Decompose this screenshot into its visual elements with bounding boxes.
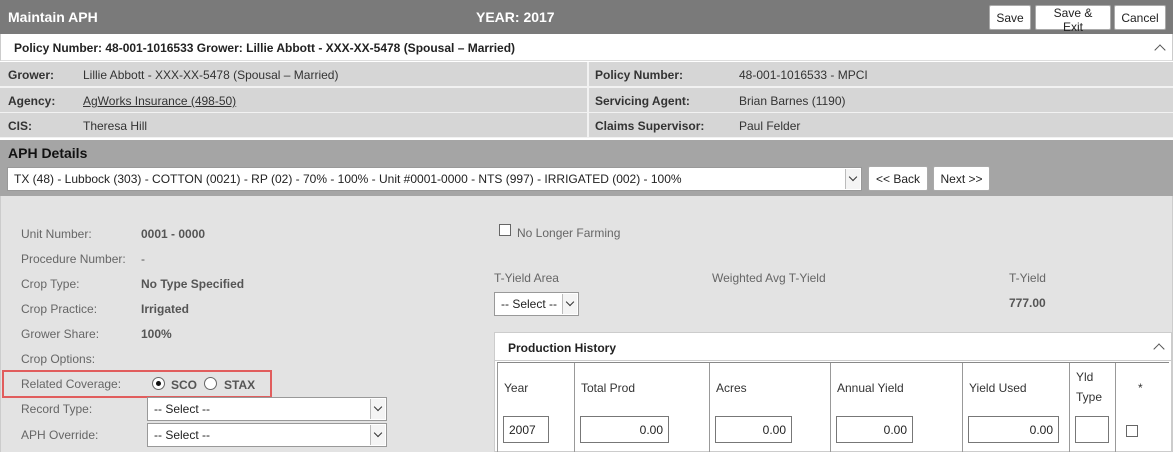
tyield-area-value: -- Select -- — [501, 297, 558, 311]
back-button[interactable]: << Back — [868, 166, 928, 191]
weighted-avg-tyield-label: Weighted Avg T-Yield — [712, 271, 826, 285]
related-coverage-label: Related Coverage: — [21, 377, 122, 391]
policy-banner: Policy Number: 48-001-1016533 Grower: Li… — [0, 34, 1173, 61]
annual-yield-input[interactable]: 0.00 — [836, 416, 913, 443]
column-header-type: Type — [1076, 390, 1103, 404]
crop-options-label: Crop Options: — [21, 352, 96, 366]
column-header-yld: Yld — [1076, 370, 1094, 384]
agency-label: Agency: — [8, 94, 56, 108]
page-title: Maintain APH — [8, 9, 98, 25]
crop-practice-value: Irrigated — [141, 302, 190, 316]
row-select-checkbox[interactable] — [1126, 425, 1138, 437]
no-longer-farming-label: No Longer Farming — [517, 226, 621, 240]
save-exit-button[interactable]: Save & Exit — [1035, 5, 1111, 34]
cis-label: CIS: — [8, 119, 32, 133]
policy-number-value: 48-001-1016533 - MPCI — [739, 68, 868, 82]
aph-override-label: APH Override: — [21, 428, 99, 442]
production-history-panel: Production History Year 2007 Total Prod … — [494, 332, 1172, 452]
unit-select-value: TX (48) - Lubbock (303) - COTTON (0021) … — [14, 172, 682, 186]
tyield-value: 777.00 — [1009, 296, 1046, 310]
title-bar: Maintain APH YEAR: 2017 Save Save & Exit… — [0, 0, 1173, 34]
tyield-area-label: T-Yield Area — [494, 271, 559, 285]
column-header-star: * — [1138, 381, 1143, 395]
chevron-down-icon[interactable] — [845, 169, 860, 189]
column-annual-yield: Annual Yield 0.00 — [831, 363, 963, 452]
column-header-annual-yield: Annual Yield — [837, 381, 904, 395]
year-label: YEAR: 2017 — [476, 9, 555, 25]
collapse-chevron-icon[interactable] — [1153, 343, 1165, 355]
cancel-button[interactable]: Cancel — [1114, 5, 1166, 30]
next-button[interactable]: Next >> — [933, 166, 990, 191]
column-header-total-prod: Total Prod — [581, 381, 636, 395]
aph-details-body: Unit Number: 0001 - 0000 Procedure Numbe… — [0, 196, 1173, 452]
aph-details-title: APH Details — [8, 145, 88, 161]
year-input[interactable]: 2007 — [503, 416, 549, 443]
policy-info-grid: Grower: Lillie Abbott - XXX-XX-5478 (Spo… — [0, 62, 1173, 138]
total-prod-input[interactable]: 0.00 — [580, 416, 669, 443]
yield-used-input[interactable]: 0.00 — [968, 416, 1059, 443]
column-yield-used: Yield Used 0.00 — [963, 363, 1070, 452]
stax-label: STAX — [224, 378, 256, 392]
sco-label: SCO — [171, 378, 198, 392]
column-select: * — [1116, 363, 1169, 452]
servicing-agent-label: Servicing Agent: — [595, 94, 690, 108]
claims-supervisor-label: Claims Supervisor: — [595, 119, 705, 133]
column-year: Year 2007 — [498, 363, 575, 452]
servicing-agent-value: Brian Barnes (1190) — [739, 94, 846, 108]
policy-number-label: Policy Number: — [595, 68, 684, 82]
production-history-header: Production History — [495, 333, 1171, 361]
unit-number-value: 0001 - 0000 — [141, 227, 206, 241]
chevron-down-icon[interactable] — [370, 399, 385, 419]
no-longer-farming-checkbox[interactable] — [499, 224, 511, 236]
column-yld-type: Yld Type — [1070, 363, 1116, 452]
save-button[interactable]: Save — [989, 5, 1031, 30]
crop-type-label: Crop Type: — [21, 277, 80, 291]
agency-link[interactable]: AgWorks Insurance (498-50) — [83, 94, 236, 108]
tyield-area-select[interactable]: -- Select -- — [494, 292, 579, 316]
record-type-value: -- Select -- — [154, 402, 211, 416]
procedure-number-label: Procedure Number: — [21, 252, 126, 266]
aph-override-value: -- Select -- — [154, 428, 211, 442]
column-acres: Acres 0.00 — [710, 363, 831, 452]
column-header-year: Year — [504, 381, 529, 395]
column-header-acres: Acres — [716, 381, 747, 395]
grower-share-value: 100% — [141, 327, 172, 341]
production-history-title: Production History — [508, 341, 617, 355]
aph-details-header: APH Details TX (48) - Lubbock (303) - CO… — [0, 140, 1173, 196]
chevron-down-icon[interactable] — [562, 294, 577, 314]
info-row-agency: Agency: AgWorks Insurance (498-50) Servi… — [0, 88, 1173, 112]
column-total-prod: Total Prod 0.00 — [575, 363, 710, 452]
grower-share-label: Grower Share: — [21, 327, 100, 341]
column-header-yield-used: Yield Used — [969, 381, 1027, 395]
stax-radio[interactable] — [204, 377, 217, 390]
policy-banner-text: Policy Number: 48-001-1016533 Grower: Li… — [14, 41, 516, 55]
procedure-number-value: - — [141, 252, 145, 266]
sco-radio[interactable] — [152, 377, 165, 390]
info-row-cis: CIS: Theresa Hill Claims Supervisor: Pau… — [0, 113, 1173, 137]
collapse-chevron-icon[interactable] — [1154, 44, 1166, 56]
claims-supervisor-value: Paul Felder — [739, 119, 801, 133]
yld-type-input[interactable] — [1075, 416, 1109, 443]
tyield-label: T-Yield — [1009, 271, 1046, 285]
aph-override-select[interactable]: -- Select -- — [147, 423, 387, 447]
production-history-table: Year 2007 Total Prod 0.00 Acres 0.00 Ann… — [497, 362, 1169, 452]
acres-input[interactable]: 0.00 — [715, 416, 792, 443]
crop-practice-label: Crop Practice: — [21, 302, 98, 316]
cis-value: Theresa Hill — [83, 119, 148, 133]
chevron-down-icon[interactable] — [370, 425, 385, 445]
unit-number-label: Unit Number: — [21, 227, 92, 241]
record-type-select[interactable]: -- Select -- — [147, 397, 387, 421]
unit-select[interactable]: TX (48) - Lubbock (303) - COTTON (0021) … — [7, 167, 862, 191]
crop-type-value: No Type Specified — [141, 277, 245, 291]
grower-value: Lillie Abbott - XXX-XX-5478 (Spousal – M… — [83, 68, 339, 82]
info-row-grower: Grower: Lillie Abbott - XXX-XX-5478 (Spo… — [0, 62, 1173, 86]
record-type-label: Record Type: — [21, 402, 93, 416]
grower-label: Grower: — [8, 68, 55, 82]
